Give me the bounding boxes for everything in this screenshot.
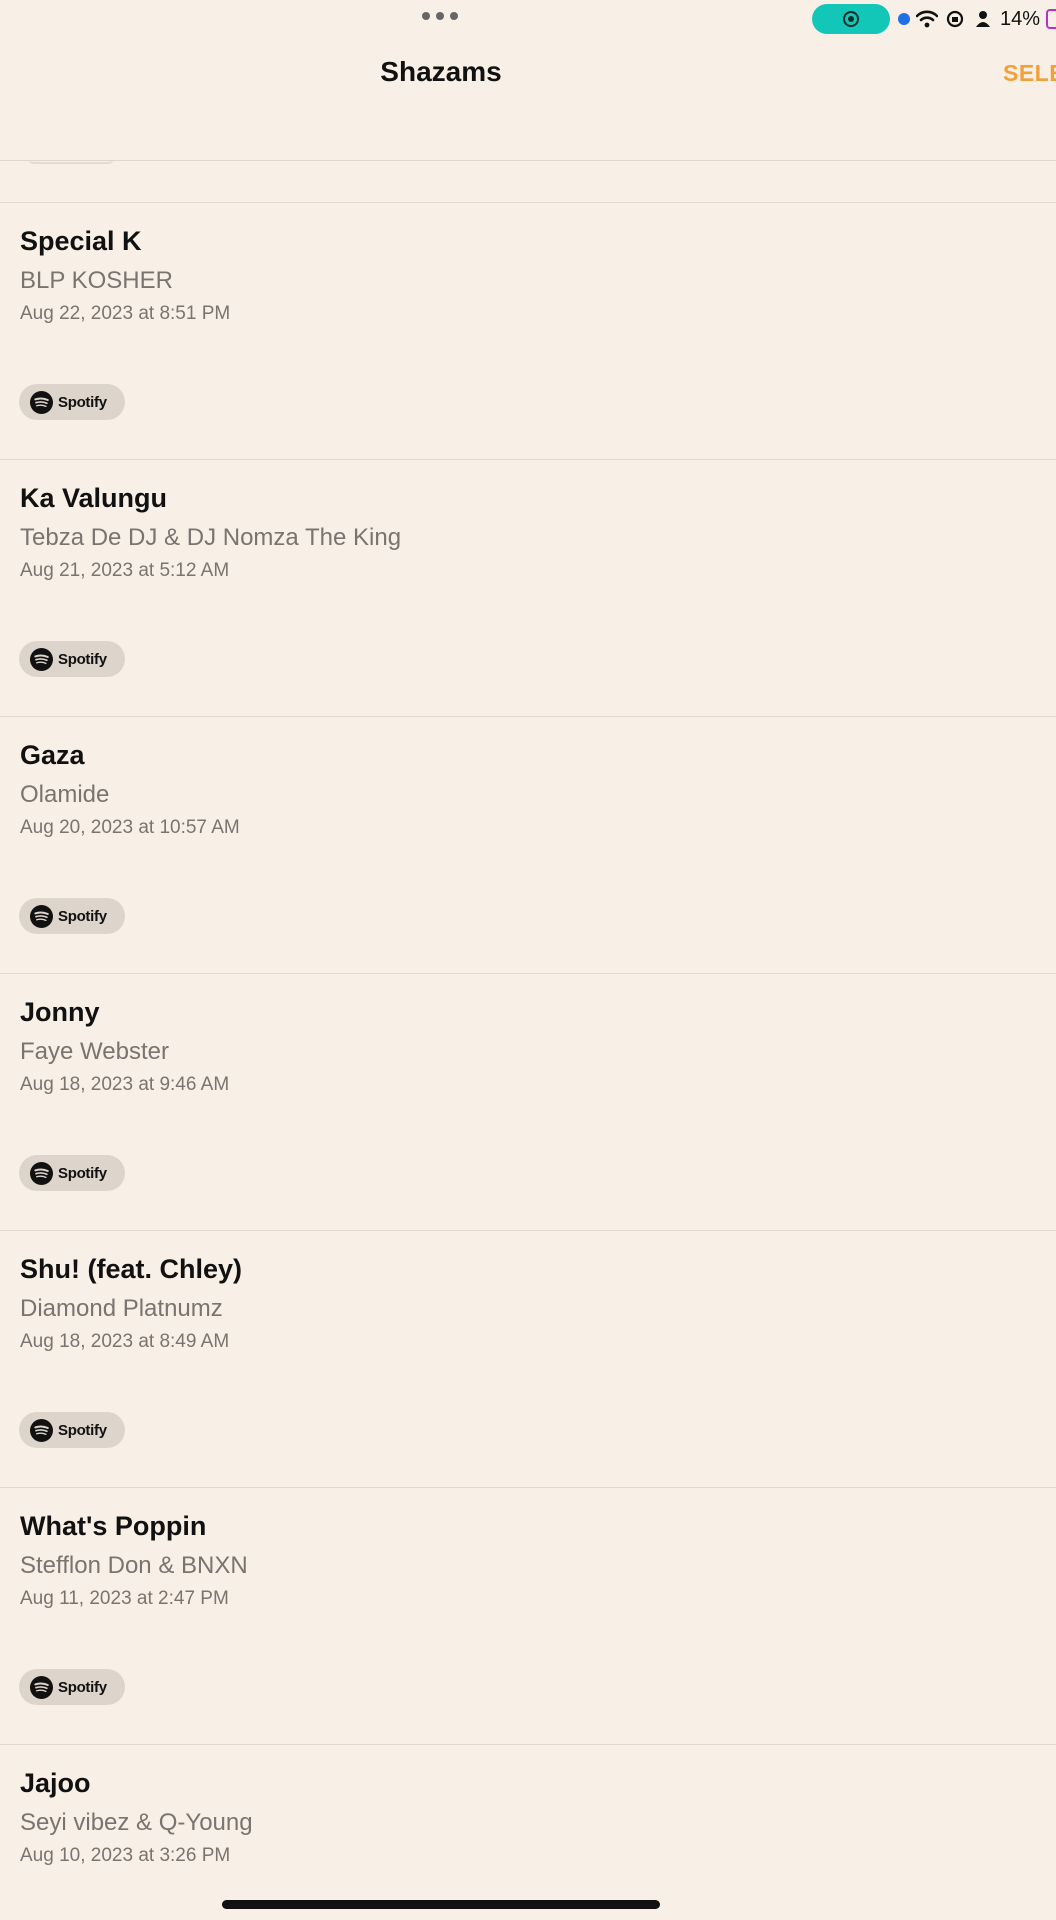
spotify-icon [30,390,53,414]
spotify-icon [30,1161,53,1185]
spotify-icon [30,647,53,671]
spotify-button[interactable]: Spotify [19,1155,125,1191]
previous-item-pill-edge [28,158,114,164]
shazam-date: Aug 10, 2023 at 3:26 PM [20,1845,231,1866]
shazam-date: Aug 18, 2023 at 8:49 AM [20,1331,230,1352]
shazam-date: Aug 18, 2023 at 9:46 AM [20,1074,230,1095]
spotify-icon [30,1675,53,1699]
song-title: What's Poppin [20,1511,207,1541]
list-item[interactable]: What's Poppin Stefflon Don & BNXN Aug 11… [0,1487,1056,1744]
shazam-list: Special K BLP KOSHER Aug 22, 2023 at 8:5… [0,202,1056,1920]
song-title: Jajoo [20,1768,91,1798]
list-item[interactable]: Shu! (feat. Chley) Diamond Platnumz Aug … [0,1230,1056,1487]
home-indicator[interactable] [222,1900,660,1909]
song-artist: Stefflon Don & BNXN [20,1552,248,1579]
shazams-screen: 14% Shazams SELE Special K BLP KOSHER Au… [0,0,1056,1920]
song-title: Ka Valungu [20,483,168,513]
person-icon [972,8,994,30]
spotify-label: Spotify [58,1678,107,1696]
spotify-label: Spotify [58,1164,107,1182]
wifi-icon [916,8,938,30]
rotation-lock-icon [944,8,966,30]
screen-recording-indicator[interactable] [812,4,890,34]
shazam-date: Aug 21, 2023 at 5:12 AM [20,560,230,581]
spotify-button[interactable]: Spotify [19,898,125,934]
spotify-icon [30,904,53,928]
song-artist: Olamide [20,781,110,808]
select-button[interactable]: SELE [1003,60,1056,87]
shazam-date: Aug 22, 2023 at 8:51 PM [20,303,231,324]
spotify-label: Spotify [58,1421,107,1439]
shazam-date: Aug 20, 2023 at 10:57 AM [20,817,240,838]
spotify-button[interactable]: Spotify [19,641,125,677]
spotify-button[interactable]: Spotify [19,1412,125,1448]
song-artist: BLP KOSHER [20,267,173,294]
spotify-icon [30,1418,53,1442]
battery-icon [1046,9,1056,29]
list-item[interactable]: Gaza Olamide Aug 20, 2023 at 10:57 AM Sp… [0,716,1056,973]
location-dot-icon [898,13,910,25]
song-title: Special K [20,226,142,256]
battery-percentage: 14% [1000,7,1041,30]
status-icons: 14% [898,6,1056,32]
spotify-button[interactable]: Spotify [19,1669,125,1705]
list-item[interactable]: Ka Valungu Tebza De DJ & DJ Nomza The Ki… [0,459,1056,716]
page-title: Shazams [380,56,502,87]
song-artist: Faye Webster [20,1038,169,1065]
record-icon [843,11,859,27]
song-title: Shu! (feat. Chley) [20,1254,243,1284]
navigation-bar: Shazams SELE [0,40,1056,164]
song-artist: Tebza De DJ & DJ Nomza The King [20,524,402,551]
spotify-button[interactable]: Spotify [19,384,125,420]
spotify-label: Spotify [58,907,107,925]
song-artist: Diamond Platnumz [20,1295,223,1322]
multitasking-dots-icon[interactable] [422,12,458,20]
song-title: Jonny [20,997,100,1027]
song-title: Gaza [20,740,85,770]
list-item[interactable]: Jonny Faye Webster Aug 18, 2023 at 9:46 … [0,973,1056,1230]
list-item[interactable]: Jajoo Seyi vibez & Q-Young Aug 10, 2023 … [0,1744,1056,1920]
spotify-label: Spotify [58,393,107,411]
song-artist: Seyi vibez & Q-Young [20,1809,253,1836]
status-bar: 14% [0,0,1056,40]
shazam-date: Aug 11, 2023 at 2:47 PM [20,1588,229,1609]
list-item[interactable]: Special K BLP KOSHER Aug 22, 2023 at 8:5… [0,202,1056,459]
spotify-label: Spotify [58,650,107,668]
